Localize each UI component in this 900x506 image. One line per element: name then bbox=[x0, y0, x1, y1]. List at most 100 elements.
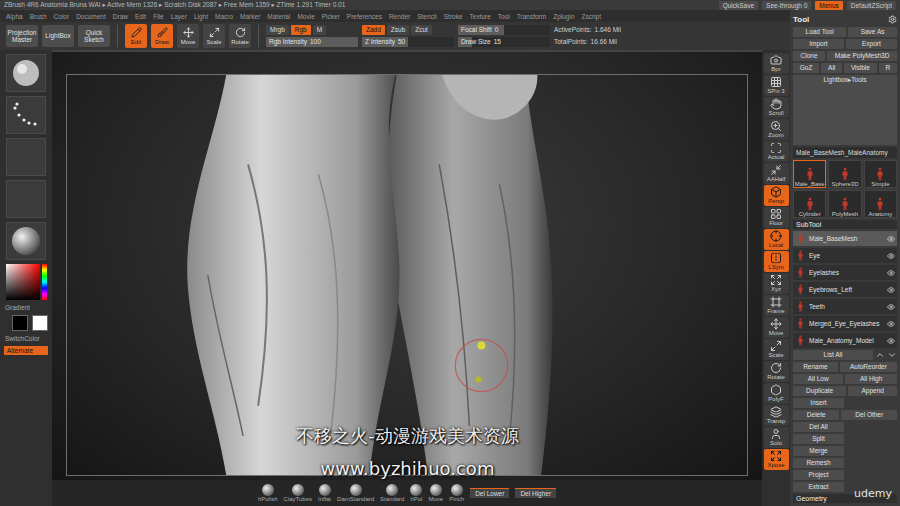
shelf-button[interactable]: Xyz bbox=[764, 273, 789, 294]
palette-button[interactable]: R bbox=[879, 63, 897, 73]
menu-item[interactable]: Macro bbox=[215, 13, 233, 20]
slider[interactable]: Focal Shift0 bbox=[458, 25, 550, 35]
mode-toggle[interactable]: Rgb bbox=[291, 25, 311, 35]
subtool-control[interactable]: All High bbox=[845, 374, 897, 384]
subtool-item[interactable]: Male_Anatomy_Model bbox=[793, 333, 897, 348]
tool-thumb[interactable]: Male_Base bbox=[793, 160, 826, 188]
brush-item[interactable]: DamStandard bbox=[337, 484, 374, 502]
palette-button[interactable]: Load Tool bbox=[793, 27, 846, 37]
shelf-button[interactable]: Move bbox=[764, 317, 789, 338]
eye-icon[interactable] bbox=[887, 286, 895, 294]
tool-thumb[interactable]: Sphere3D bbox=[828, 160, 861, 188]
alpha-thumb[interactable] bbox=[6, 138, 46, 176]
mode-toggle[interactable]: Zcut bbox=[411, 25, 432, 35]
slider[interactable]: Draw Size15 bbox=[458, 37, 550, 47]
palette-button[interactable]: Visible bbox=[844, 63, 877, 73]
palette-button[interactable]: Save As bbox=[848, 27, 897, 37]
menu-item[interactable]: Stroke bbox=[444, 13, 463, 20]
stroke-thumb[interactable] bbox=[6, 96, 46, 134]
shelf-button[interactable]: LSym bbox=[764, 251, 789, 272]
subtool-control[interactable]: Remesh bbox=[793, 458, 844, 468]
subtool-item[interactable]: Male_BaseMesh bbox=[793, 231, 897, 246]
shelf-button[interactable]: Transp bbox=[764, 405, 789, 426]
shelf-button[interactable]: Floor bbox=[764, 207, 789, 228]
subtool-header[interactable]: SubTool bbox=[793, 220, 897, 229]
tool-thumb[interactable]: Cylinder bbox=[793, 190, 826, 218]
shelf-button[interactable]: Xpose bbox=[764, 449, 789, 470]
menu-item[interactable]: Edit bbox=[135, 13, 146, 20]
mode-toggle[interactable]: Zsub bbox=[387, 25, 409, 35]
arrow-up-icon[interactable] bbox=[875, 350, 885, 360]
shelf-button[interactable]: AAHalf bbox=[764, 163, 789, 184]
sculpt-viewport[interactable] bbox=[67, 75, 747, 475]
material-thumb[interactable] bbox=[6, 222, 46, 260]
eye-icon[interactable] bbox=[887, 252, 895, 260]
mode-button[interactable]: Edit bbox=[125, 24, 147, 48]
eye-icon[interactable] bbox=[887, 303, 895, 311]
menu-item[interactable]: Preferences bbox=[347, 13, 382, 20]
palette-button[interactable]: Export bbox=[846, 39, 897, 49]
slider[interactable]: Rgb Intensity100 bbox=[266, 37, 358, 47]
mode-toggle[interactable]: Zadd bbox=[362, 25, 385, 35]
menu-item[interactable]: Zscript bbox=[582, 13, 602, 20]
mode-button[interactable]: Scale bbox=[203, 24, 225, 48]
main-color[interactable] bbox=[32, 315, 48, 331]
tool-thumb[interactable]: Anatomy bbox=[864, 190, 897, 218]
palette-button[interactable]: Import bbox=[793, 39, 844, 49]
eye-icon[interactable] bbox=[887, 269, 895, 277]
shelf-button[interactable]: Actual bbox=[764, 141, 789, 162]
color-picker[interactable] bbox=[6, 264, 47, 300]
mode-button[interactable]: Draw bbox=[151, 24, 173, 48]
menu-item[interactable]: Material bbox=[267, 13, 290, 20]
title-button[interactable]: QuickSave bbox=[719, 1, 758, 10]
alternate-toggle[interactable]: Alternate bbox=[4, 346, 48, 355]
menu-item[interactable]: Document bbox=[76, 13, 106, 20]
arrow-down-icon[interactable] bbox=[887, 350, 897, 360]
texture-thumb[interactable] bbox=[6, 180, 46, 218]
brush-item[interactable]: Standard bbox=[380, 484, 404, 502]
menu-item[interactable]: Brush bbox=[30, 13, 47, 20]
subtool-control[interactable]: Duplicate bbox=[793, 386, 846, 396]
title-button[interactable]: See-through 0 bbox=[762, 1, 811, 10]
brush-item[interactable]: Pinch bbox=[449, 484, 464, 502]
shelf-button[interactable]: Scroll bbox=[764, 97, 789, 118]
menu-item[interactable]: Draw bbox=[113, 13, 128, 20]
menu-item[interactable]: Zplugin bbox=[553, 13, 574, 20]
brush-item[interactable]: hPol bbox=[410, 484, 422, 502]
secondary-color[interactable] bbox=[12, 315, 28, 331]
menu-item[interactable]: Alpha bbox=[6, 13, 23, 20]
palette-button[interactable]: GoZ bbox=[793, 63, 819, 73]
title-button[interactable]: DefaultZScript bbox=[847, 1, 896, 10]
subtool-control[interactable]: Merge bbox=[793, 446, 844, 456]
palette-button[interactable]: Clone bbox=[793, 51, 825, 61]
menu-item[interactable]: Transform bbox=[517, 13, 546, 20]
shelf-button[interactable]: Persp bbox=[764, 185, 789, 206]
menu-item[interactable]: Light bbox=[194, 13, 208, 20]
tool-button[interactable]: LightBox bbox=[42, 25, 74, 47]
title-button[interactable]: Menus bbox=[815, 1, 843, 10]
list-all-button[interactable]: List All bbox=[793, 350, 873, 360]
subtool-item[interactable]: Eyebrows_Left bbox=[793, 282, 897, 297]
mode-toggle[interactable]: Mrgb bbox=[266, 25, 289, 35]
menu-item[interactable]: Color bbox=[54, 13, 70, 20]
subtool-control[interactable]: AutoReorder bbox=[840, 362, 897, 372]
menu-item[interactable]: Layer bbox=[171, 13, 187, 20]
menu-item[interactable]: Picker bbox=[322, 13, 340, 20]
tool-thumb[interactable]: Simple bbox=[864, 160, 897, 188]
subtool-control[interactable]: Rename bbox=[793, 362, 838, 372]
current-tool[interactable]: Male_BaseMesh_MaleAnatomy bbox=[793, 147, 897, 158]
tool-button[interactable]: Quick Sketch bbox=[78, 25, 110, 47]
subtool-control[interactable]: Split bbox=[793, 434, 844, 444]
shelf-button[interactable]: Bpr bbox=[764, 53, 789, 74]
subdiv-button[interactable]: Del Higher bbox=[515, 488, 556, 498]
palette-button[interactable]: All bbox=[821, 63, 842, 73]
brush-item[interactable]: hPolish bbox=[258, 484, 278, 502]
mode-button[interactable]: Rotate bbox=[229, 24, 251, 48]
mode-button[interactable]: Move bbox=[177, 24, 199, 48]
subtool-control[interactable]: All Low bbox=[793, 374, 843, 384]
subtool-control[interactable]: Del Other bbox=[841, 410, 897, 420]
menu-item[interactable]: Stencil bbox=[417, 13, 437, 20]
brush-item[interactable]: Inflat bbox=[318, 484, 331, 502]
subtool-control[interactable]: Delete bbox=[793, 410, 839, 420]
menu-item[interactable]: File bbox=[153, 13, 163, 20]
